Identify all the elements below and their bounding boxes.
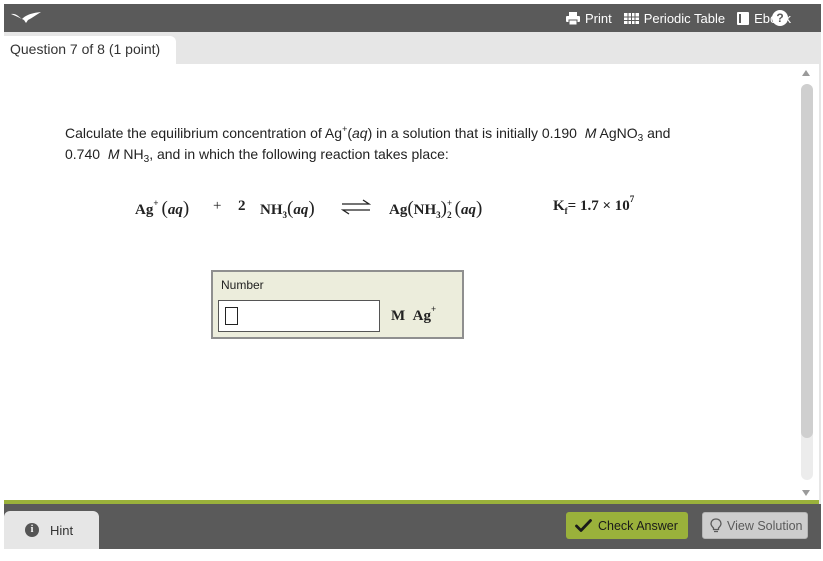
aleks-bird-logo-icon [11,12,41,23]
question-text: Calculate the equilibrium concentration … [65,124,671,165]
question-text-part: and [643,125,671,141]
scroll-down-arrow-icon[interactable] [802,490,810,496]
hint-button[interactable]: i Hint [4,511,99,549]
periodic-table-link[interactable]: Periodic Table [623,10,726,26]
reactant-ammonia: NH3(aq) [260,198,315,220]
question-text-part: AgNO [596,125,638,141]
formation-constant: Kf= 1.7 × 107 [553,194,635,216]
scroll-up-arrow-icon[interactable] [802,70,810,76]
print-link[interactable]: Print [565,10,612,26]
check-answer-label: Check Answer [598,518,678,533]
printer-icon [565,11,580,25]
reaction-equation: Ag+ (aq) + 2 NH3(aq) Ag(NH3)+2 (aq) Kf= … [135,190,675,224]
answer-label: Number [221,278,264,292]
scroll-thumb[interactable] [801,84,813,438]
question-text-part: ) in a solution that is initially 0.190 [367,125,577,141]
view-solution-button[interactable]: View Solution [702,512,808,539]
print-label: Print [584,10,612,26]
molarity-unit: M [107,146,120,162]
hint-label: Hint [50,522,74,538]
question-number: Question 7 of 8 (1 point) [10,41,161,57]
lightbulb-icon [710,518,722,533]
coefficient: 2 [238,198,246,214]
info-circle-icon: i [25,523,39,537]
view-solution-label: View Solution [727,518,803,533]
phase-label: aq [352,125,368,141]
question-content: Calculate the equilibrium concentration … [4,64,819,500]
reactant-silver-ion: Ag+ (aq) [135,198,190,219]
book-icon [737,11,750,25]
answer-box: Number M Ag+ [211,270,464,339]
question-text-part: , and in which the following reaction ta… [149,146,449,162]
plus-sign: + [213,198,222,214]
vertical-scrollbar[interactable] [801,70,813,496]
question-text-part: NH [119,146,144,162]
answer-unit: M Ag+ [391,304,437,325]
answer-input[interactable] [218,300,380,332]
question-tab: Question 7 of 8 (1 point) [4,36,176,66]
table-grid-icon [623,12,639,24]
check-answer-button[interactable]: Check Answer [566,512,688,539]
periodic-table-label: Periodic Table [643,10,726,26]
checkmark-icon [575,519,592,532]
scroll-track[interactable] [801,84,813,480]
question-circle-icon[interactable]: ? [772,10,788,26]
top-links: Print Periodic Table Ebook [565,4,791,32]
question-text-part: Calculate the equilibrium concentration … [65,125,343,141]
molarity-unit: M [584,125,597,141]
top-bar: Print Periodic Table Ebook ? [4,4,821,32]
product-complex: Ag(NH3)+2 (aq) [389,198,483,220]
input-cursor [225,307,238,325]
bottom-bar [4,504,821,549]
equilibrium-arrow-icon [341,199,371,215]
question-text-part: 0.740 [65,146,101,162]
charge-superscript: + [342,124,348,134]
